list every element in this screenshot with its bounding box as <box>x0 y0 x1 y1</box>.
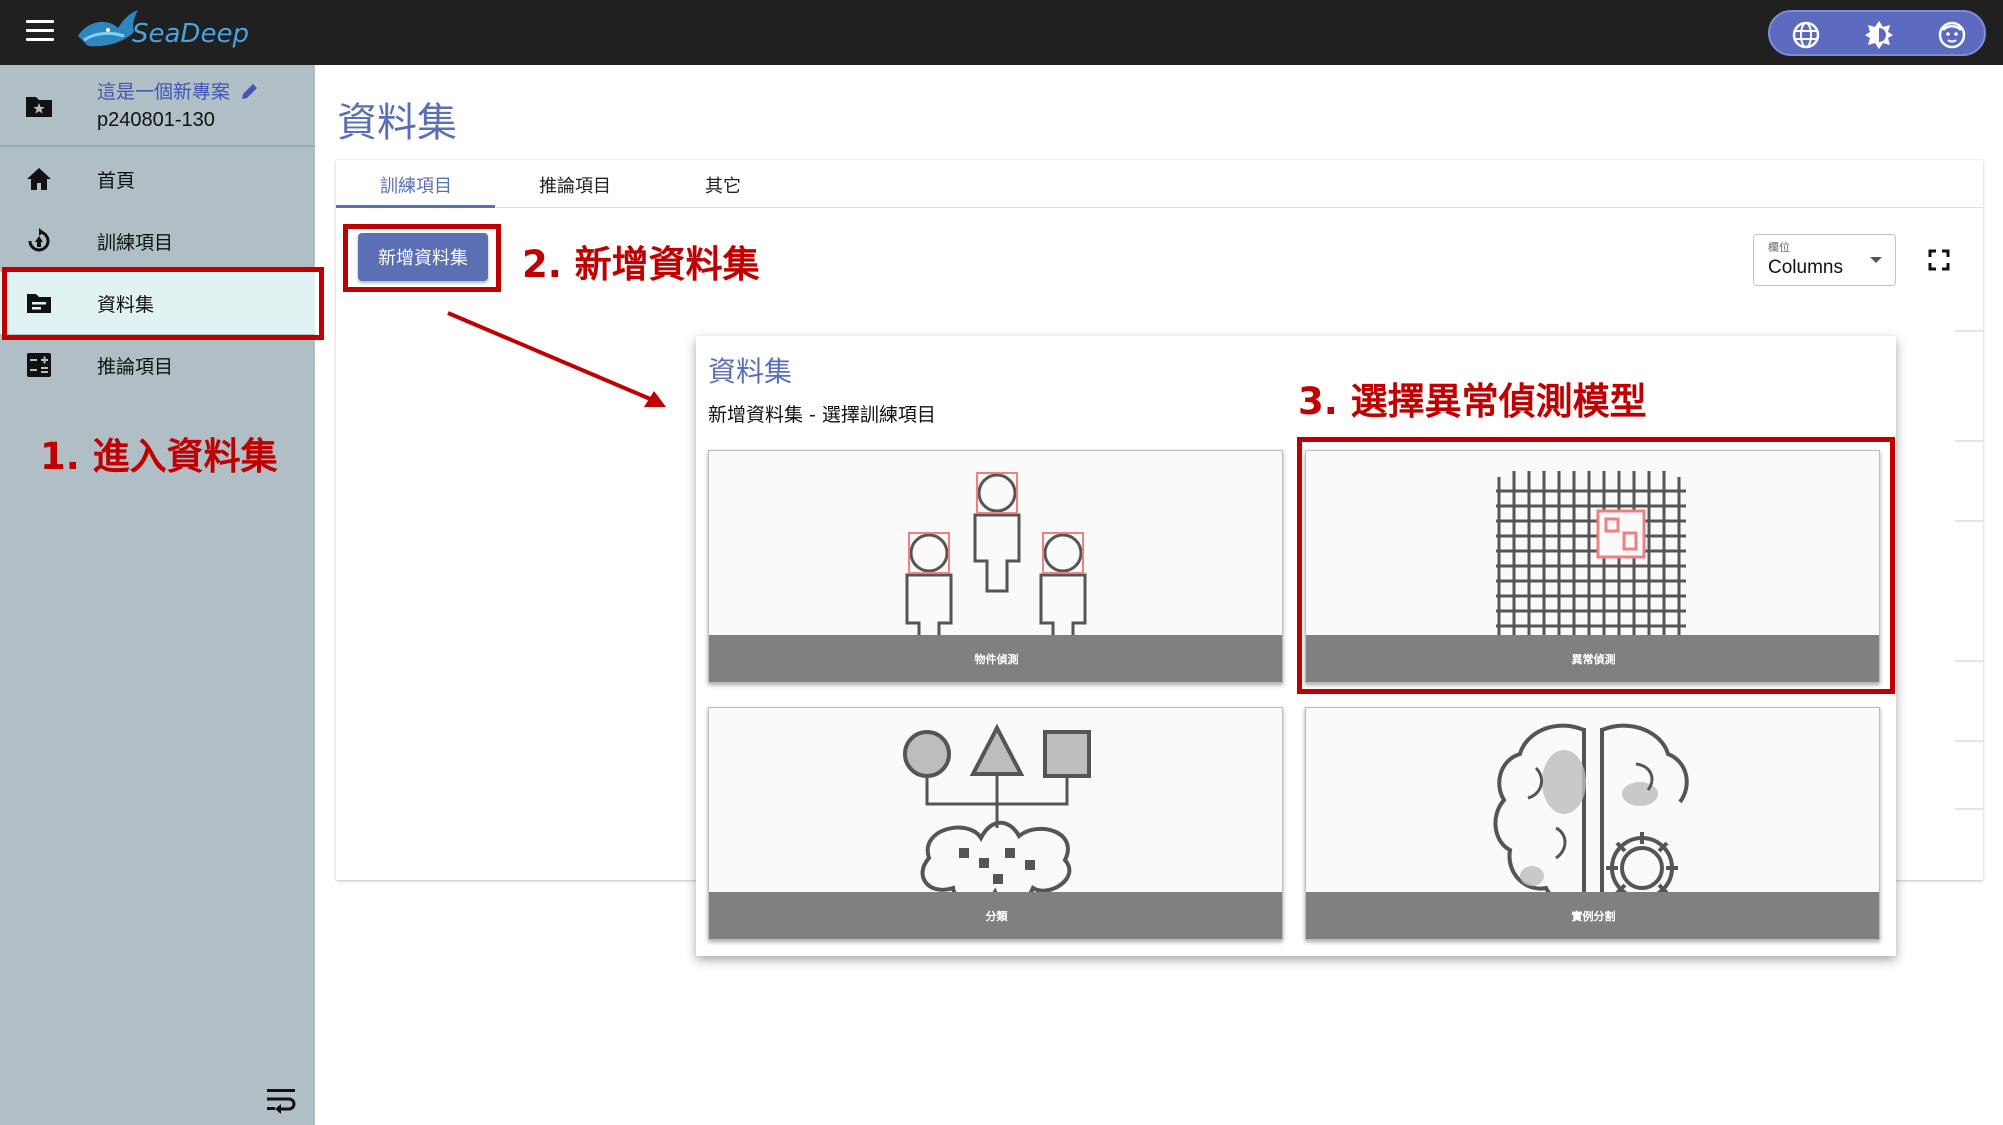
dialog-title: 資料集 <box>708 355 793 388</box>
seadeep-logo: SeaDeep <box>78 10 249 49</box>
table-divider <box>1955 660 1983 662</box>
top-actions-group <box>1768 10 1986 56</box>
sidebar-item-label: 訓練項目 <box>97 232 174 254</box>
sidebar-item-home[interactable]: 首頁 <box>0 148 315 210</box>
sidebar-item-training[interactable]: 訓練項目 <box>0 210 315 272</box>
active-tab-indicator <box>336 205 495 208</box>
card-instance-segmentation[interactable]: 實例分割 <box>1305 707 1880 940</box>
columns-select-value: Columns <box>1768 257 1843 278</box>
columns-select[interactable]: 欄位 Columns <box>1753 234 1896 286</box>
table-divider <box>1955 740 1983 742</box>
table-divider <box>1955 330 1983 332</box>
annotation-step3: 3. 選擇異常偵測模型 <box>1298 380 1647 423</box>
annotation-arrow <box>447 311 666 407</box>
brightness-icon[interactable] <box>1863 19 1895 51</box>
annotation-box-step3 <box>1297 437 1895 694</box>
calculator-icon <box>27 353 51 377</box>
dropdown-arrow-icon <box>1870 257 1882 263</box>
columns-select-label: 欄位 <box>1768 241 1790 254</box>
table-divider <box>1955 808 1983 810</box>
app-root: SeaDeep 這是一個新專案 p240801-130 首頁 訓練項目 資料集 … <box>0 0 2003 1125</box>
tab-other[interactable]: 其它 <box>705 172 741 198</box>
card-label: 分類 <box>985 910 1008 923</box>
menu-icon[interactable] <box>26 20 54 44</box>
project-header: 這是一個新專案 p240801-130 <box>0 65 315 147</box>
project-id: p240801-130 <box>97 109 215 131</box>
tab-inference[interactable]: 推論項目 <box>539 172 611 198</box>
project-name: 這是一個新專案 <box>97 81 231 103</box>
annotation-step1: 1. 進入資料集 <box>40 435 278 478</box>
project-folder-icon <box>26 97 52 117</box>
page-title: 資料集 <box>337 100 457 146</box>
top-app-bar: SeaDeep <box>0 0 2003 65</box>
sidebar: 這是一個新專案 p240801-130 首頁 訓練項目 資料集 推論項目 <box>0 65 315 1125</box>
table-divider <box>1955 440 1983 442</box>
sidebar-item-label: 首頁 <box>97 170 136 192</box>
card-label: 物件偵測 <box>974 653 1019 666</box>
fullscreen-icon[interactable] <box>1928 249 1950 271</box>
home-icon <box>27 168 51 190</box>
dialog-subtitle: 新增資料集 - 選擇訓練項目 <box>708 404 936 426</box>
edit-pencil-icon[interactable] <box>240 81 260 101</box>
annotation-box-step2 <box>343 224 501 292</box>
annotation-step2: 2. 新增資料集 <box>522 243 760 286</box>
sidebar-item-inference[interactable]: 推論項目 <box>0 334 315 396</box>
training-icon <box>28 228 50 252</box>
logo-text: SeaDeep <box>132 19 249 49</box>
globe-icon[interactable] <box>1790 19 1822 51</box>
table-divider <box>1955 520 1983 522</box>
annotation-box-step1 <box>2 267 324 340</box>
tab-training[interactable]: 訓練項目 <box>380 172 452 198</box>
card-object-detection[interactable]: 物件偵測 <box>708 450 1283 683</box>
account-icon[interactable] <box>1936 19 1968 51</box>
sidebar-item-label: 推論項目 <box>97 356 174 378</box>
wrap-text-icon[interactable] <box>265 1085 297 1115</box>
card-label: 實例分割 <box>1571 910 1616 923</box>
tab-bar: 訓練項目 推論項目 其它 <box>336 160 1983 208</box>
card-classification[interactable]: 分類 <box>708 707 1283 940</box>
